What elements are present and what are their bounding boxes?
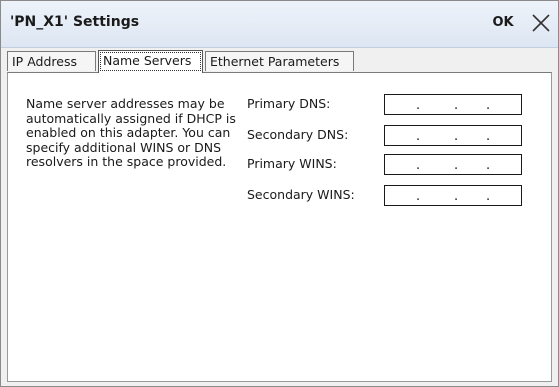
name-servers-description: Name server addresses may be automatical… — [26, 96, 236, 169]
close-button[interactable] — [529, 11, 553, 35]
window-title: 'PN_X1' Settings — [10, 14, 140, 30]
ip-separator: . — [454, 189, 459, 204]
ok-button[interactable]: OK — [490, 9, 516, 37]
primary-dns-input[interactable]: . . . — [384, 94, 522, 115]
ip-separator: . — [486, 98, 491, 113]
title-bar: 'PN_X1' Settings OK — [1, 1, 558, 48]
ip-separator: . — [416, 98, 421, 113]
ip-separator: . — [486, 158, 491, 173]
secondary-wins-label: Secondary WINS: — [247, 187, 355, 202]
primary-wins-input[interactable]: . . . — [384, 154, 522, 175]
ip-separator: . — [454, 98, 459, 113]
tab-ip-address[interactable]: IP Address — [7, 51, 96, 71]
secondary-dns-input[interactable]: . . . — [384, 125, 522, 146]
ip-separator: . — [416, 189, 421, 204]
tab-name-servers[interactable]: Name Servers — [98, 50, 203, 73]
close-icon — [532, 14, 550, 32]
settings-window: 'PN_X1' Settings OK IP Address Name Serv… — [0, 0, 559, 387]
ip-separator: . — [454, 158, 459, 173]
ip-separator: . — [416, 129, 421, 144]
primary-wins-label: Primary WINS: — [247, 156, 337, 171]
name-servers-panel: Name server addresses may be automatical… — [7, 72, 552, 382]
ip-separator: . — [416, 158, 421, 173]
tab-ethernet-parameters[interactable]: Ethernet Parameters — [205, 51, 354, 71]
ip-separator: . — [454, 129, 459, 144]
primary-dns-label: Primary DNS: — [247, 96, 331, 111]
secondary-wins-input[interactable]: . . . — [384, 185, 522, 206]
secondary-dns-label: Secondary DNS: — [247, 127, 349, 142]
ip-separator: . — [486, 189, 491, 204]
ip-separator: . — [486, 129, 491, 144]
